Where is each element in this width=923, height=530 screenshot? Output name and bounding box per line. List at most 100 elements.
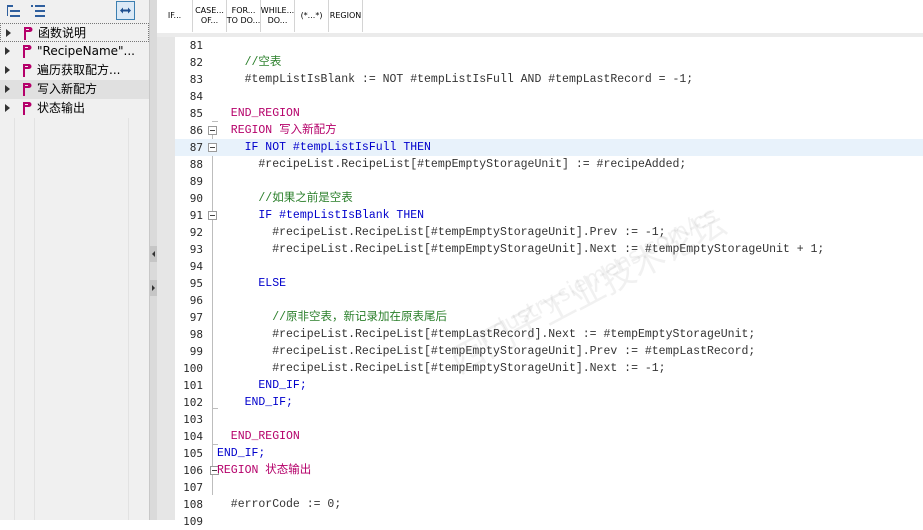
line-number: 89 — [189, 175, 203, 188]
tree-item-label: 遍历获取配方... — [37, 63, 121, 77]
line-number: 102 — [183, 396, 203, 409]
tree-item-label: 函数说明 — [38, 26, 87, 40]
collapse-all-icon[interactable] — [6, 3, 22, 19]
code-line[interactable]: 91 IF #tempListIsBlank THEN — [175, 207, 923, 224]
insert-while-button[interactable]: WHILE... DO... — [261, 0, 295, 32]
tree-item-status-output[interactable]: 状态输出 — [0, 99, 149, 118]
code-text: #recipeList.RecipeList[#tempLastRecord].… — [217, 328, 756, 341]
line-number: 88 — [189, 158, 203, 171]
button-label-2: TO DO... — [226, 16, 261, 25]
code-line[interactable]: 107 — [175, 479, 923, 496]
code-text: #errorCode := 0; — [217, 498, 342, 511]
tree-item-function-description[interactable]: 函数说明 — [0, 23, 149, 42]
collapse-left-button[interactable] — [150, 246, 157, 262]
synchronize-icon — [120, 7, 131, 14]
insert-comment-button[interactable]: (*...*) — [295, 0, 329, 32]
region-icon — [23, 83, 32, 96]
code-line[interactable]: 85 END_REGION — [175, 105, 923, 122]
code-text: END_REGION — [217, 107, 300, 120]
fold-toggle-icon[interactable] — [208, 143, 217, 152]
code-text: #recipeList.RecipeList[#tempEmptyStorage… — [217, 243, 825, 256]
code-line[interactable]: 90 //如果之前是空表 — [175, 190, 923, 207]
code-text: IF #tempListIsBlank THEN — [217, 209, 425, 222]
line-number: 81 — [189, 39, 203, 52]
tree-item-label: 写入新配方 — [37, 82, 98, 96]
line-number: 91 — [189, 209, 203, 222]
region-icon — [23, 102, 32, 115]
code-line[interactable]: 99 #recipeList.RecipeList[#tempEmptyStor… — [175, 343, 923, 360]
code-line[interactable]: 106 REGION 状态输出 — [175, 462, 923, 479]
code-line[interactable]: 89 — [175, 173, 923, 190]
code-line[interactable]: 82 //空表 — [175, 54, 923, 71]
code-line[interactable]: 81 — [175, 37, 923, 54]
line-number: 87 — [189, 141, 203, 154]
line-number: 92 — [189, 226, 203, 239]
code-line[interactable]: 88 #recipeList.RecipeList[#tempEmptyStor… — [175, 156, 923, 173]
code-line-current[interactable]: 87 IF NOT #tempListIsFull THEN — [175, 139, 923, 156]
code-line[interactable]: 96 — [175, 292, 923, 309]
code-line[interactable]: 97 //原非空表，新记录加在原表尾后 — [175, 309, 923, 326]
fold-toggle-icon[interactable] — [208, 211, 217, 220]
line-number: 82 — [189, 56, 203, 69]
code-line[interactable]: 101 END_IF; — [175, 377, 923, 394]
code-text: END_IF; — [217, 447, 266, 460]
code-text: #recipeList.RecipeList[#tempEmptyStorage… — [217, 158, 687, 171]
expand-arrow-icon[interactable] — [5, 66, 10, 74]
fold-toggle-icon[interactable] — [208, 126, 217, 135]
code-line[interactable]: 92 #recipeList.RecipeList[#tempEmptyStor… — [175, 224, 923, 241]
code-line[interactable]: 94 — [175, 258, 923, 275]
line-number: 105 — [183, 447, 203, 460]
tree-item-traverse-recipes[interactable]: 遍历获取配方... — [0, 61, 149, 80]
line-number: 101 — [183, 379, 203, 392]
code-area[interactable]: 81 82 //空表 83 #tempListIsBlank := NOT #t… — [175, 37, 923, 528]
tree-item-write-new-recipe[interactable]: 写入新配方 — [0, 80, 149, 99]
code-line[interactable]: 102 END_IF; — [175, 394, 923, 411]
project-tree-panel: 函数说明 "RecipeName"... 遍历获取配方... 写入新配方 状态输… — [0, 0, 149, 520]
code-text: END_IF; — [217, 396, 293, 409]
expand-arrow-icon[interactable] — [6, 29, 11, 37]
code-line[interactable]: 84 — [175, 88, 923, 105]
insert-case-button[interactable]: CASE... OF... — [193, 0, 227, 32]
insert-region-button[interactable]: REGION — [329, 0, 363, 32]
expand-right-button[interactable] — [150, 280, 157, 296]
code-text: #recipeList.RecipeList[#tempEmptyStorage… — [217, 362, 666, 375]
button-label: (*...*) — [300, 11, 323, 20]
code-text: #recipeList.RecipeList[#tempEmptyStorage… — [217, 345, 756, 358]
line-number: 85 — [189, 107, 203, 120]
expand-arrow-icon[interactable] — [5, 47, 10, 55]
line-number: 108 — [183, 498, 203, 511]
expand-arrow-icon[interactable] — [5, 104, 10, 112]
code-text: #recipeList.RecipeList[#tempEmptyStorage… — [217, 226, 666, 239]
button-label-2: OF... — [200, 16, 219, 25]
tree-toolbar — [0, 0, 149, 22]
code-line[interactable]: 86 REGION 写入新配方 — [175, 122, 923, 139]
line-number: 97 — [189, 311, 203, 324]
tree-item-label: "RecipeName"... — [37, 44, 135, 58]
expand-all-icon[interactable] — [30, 3, 46, 19]
button-label-2: DO... — [267, 16, 288, 25]
region-tree: 函数说明 "RecipeName"... 遍历获取配方... 写入新配方 状态输… — [0, 23, 149, 118]
region-icon — [23, 45, 32, 58]
line-number: 100 — [183, 362, 203, 375]
code-line[interactable]: 95 ELSE — [175, 275, 923, 292]
expand-arrow-icon[interactable] — [5, 85, 10, 93]
button-label: REGION — [329, 11, 362, 20]
code-text: //原非空表，新记录加在原表尾后 — [217, 311, 448, 324]
code-line[interactable]: 103 — [175, 411, 923, 428]
line-number: 99 — [189, 345, 203, 358]
button-label: FOR... — [231, 6, 256, 15]
code-line[interactable]: 100 #recipeList.RecipeList[#tempEmptySto… — [175, 360, 923, 377]
synchronize-button[interactable] — [116, 1, 135, 20]
code-line[interactable]: 105 END_IF; — [175, 445, 923, 462]
insert-for-button[interactable]: FOR... TO DO... — [227, 0, 261, 32]
code-line[interactable]: 93 #recipeList.RecipeList[#tempEmptyStor… — [175, 241, 923, 258]
code-line[interactable]: 83 #tempListIsBlank := NOT #tempListIsFu… — [175, 71, 923, 88]
panel-splitter[interactable] — [149, 0, 157, 520]
code-line[interactable]: 108 #errorCode := 0; — [175, 496, 923, 513]
code-line[interactable]: 104 END_REGION — [175, 428, 923, 445]
arrow-right-icon — [152, 285, 155, 291]
tree-item-recipe-name[interactable]: "RecipeName"... — [0, 42, 149, 61]
code-line[interactable]: 109 — [175, 513, 923, 530]
insert-if-button[interactable]: IF... — [157, 0, 193, 32]
code-line[interactable]: 98 #recipeList.RecipeList[#tempLastRecor… — [175, 326, 923, 343]
